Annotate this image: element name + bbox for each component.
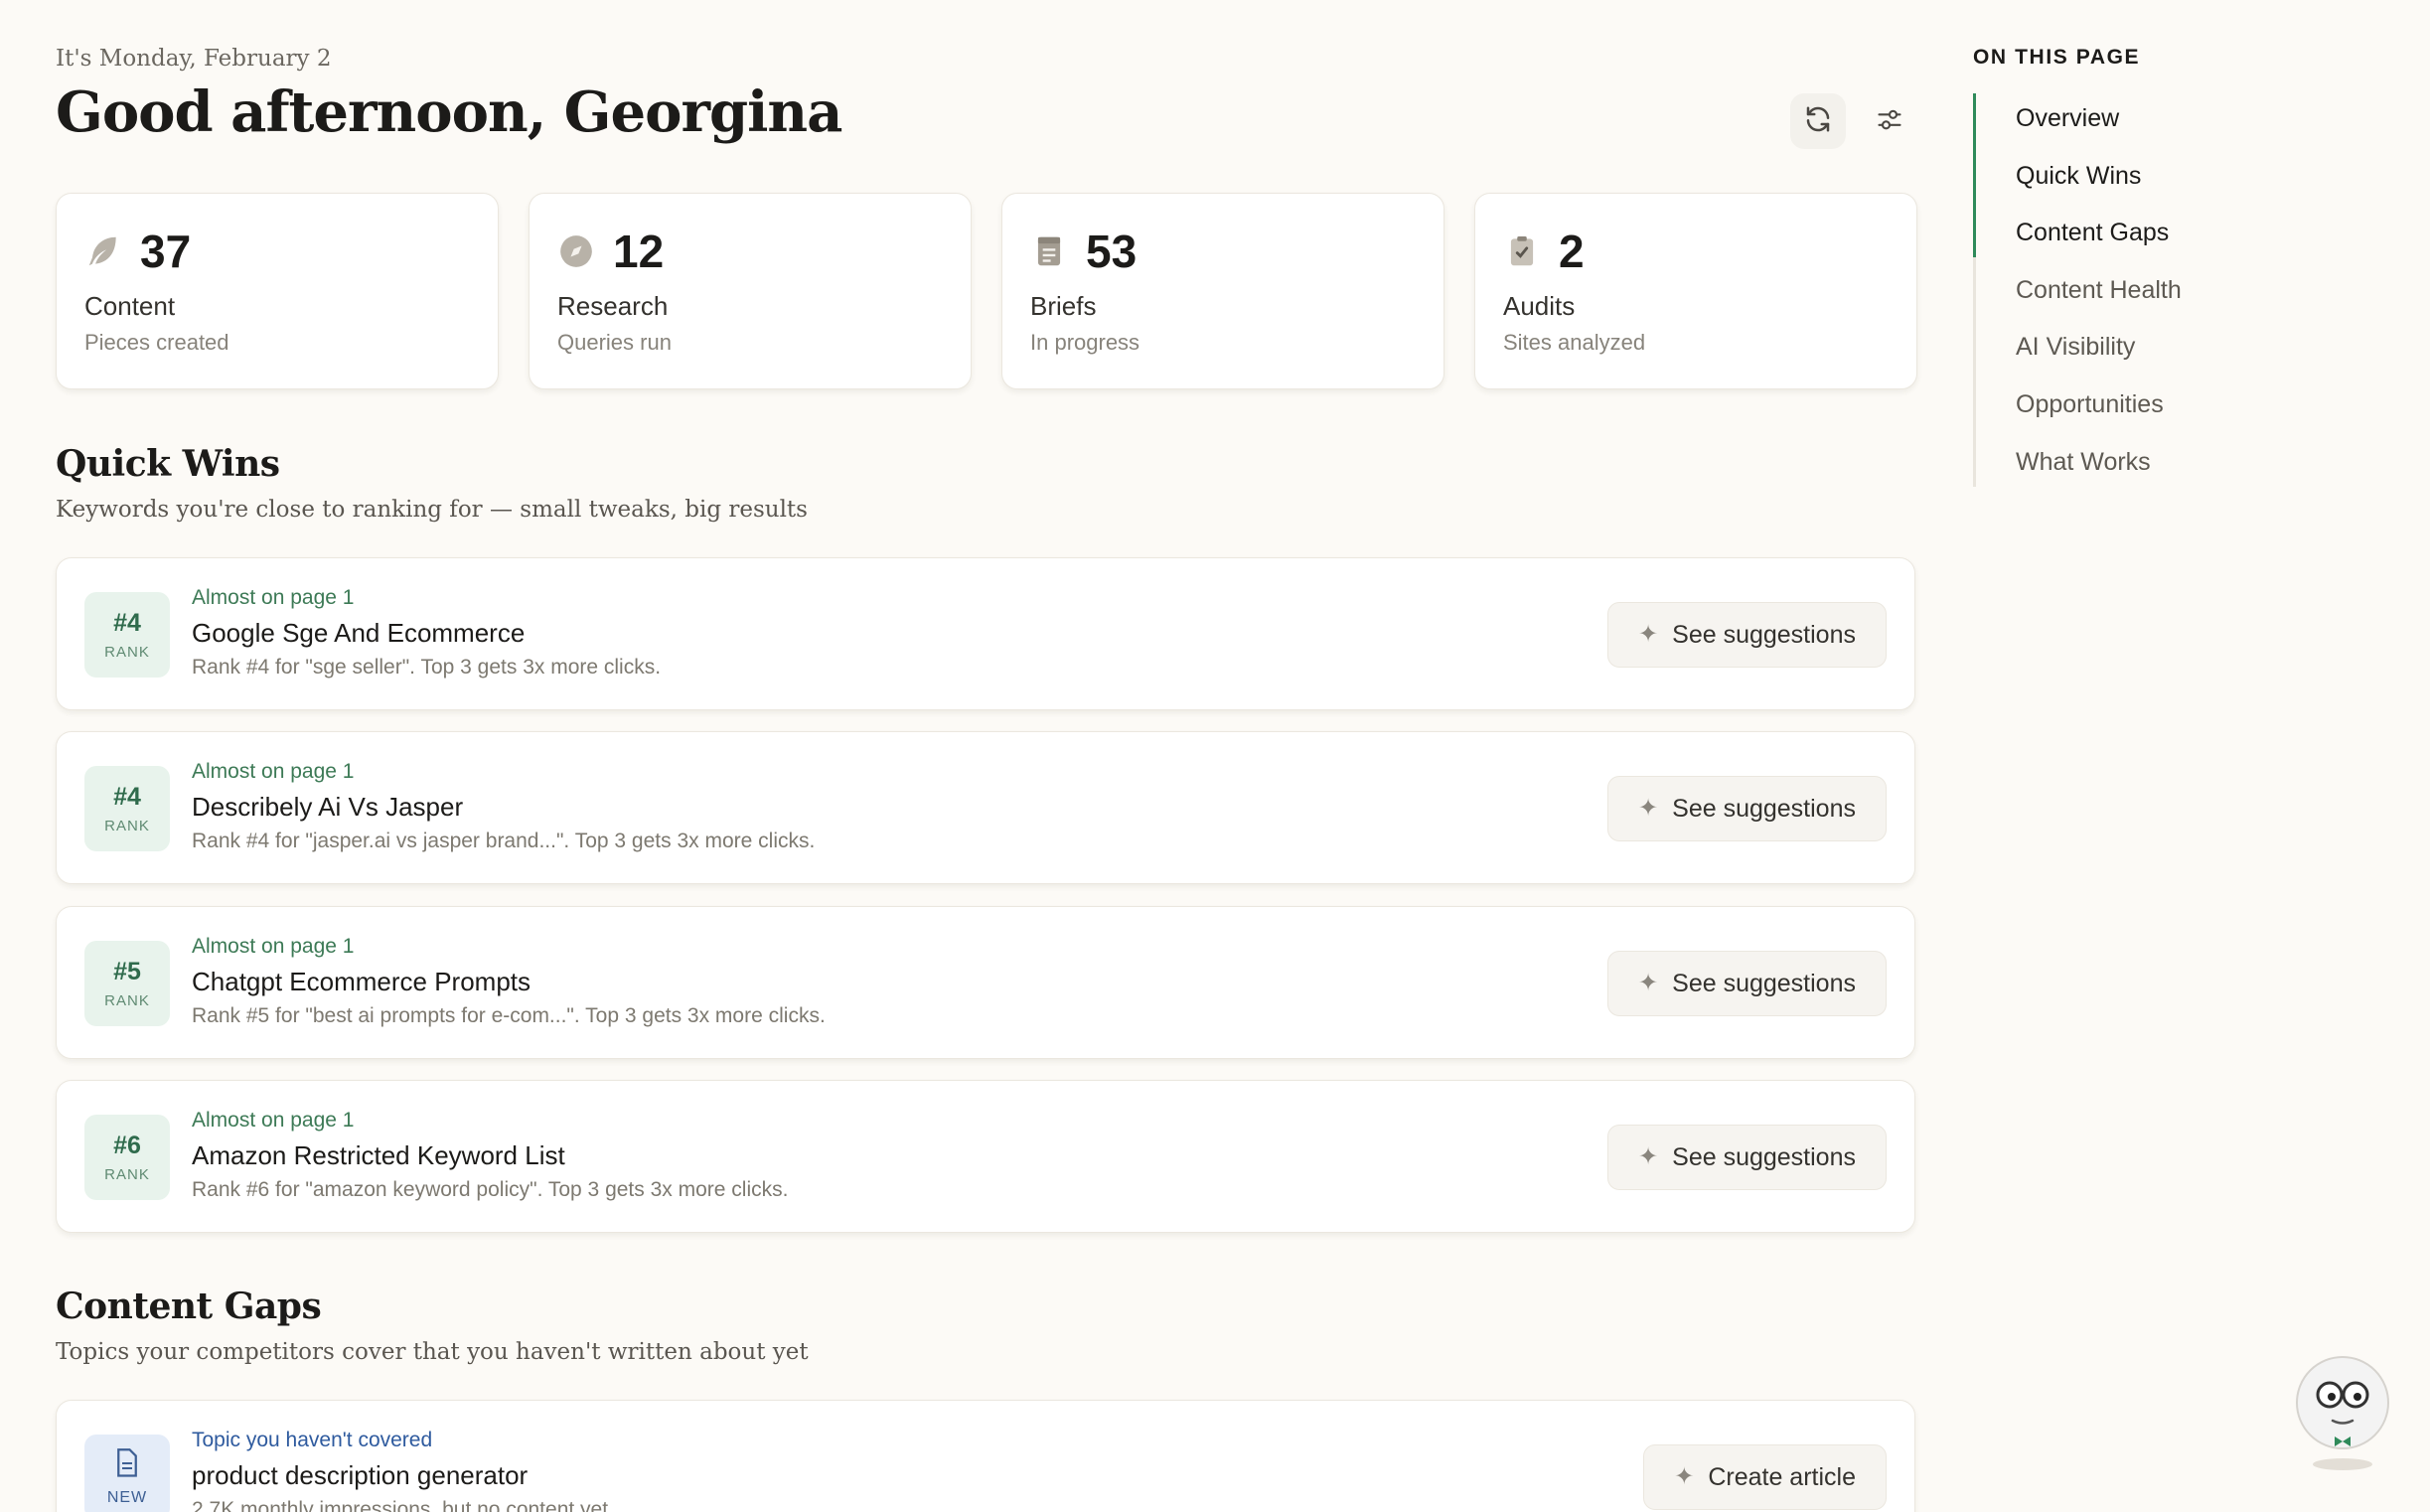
row-description: Rank #5 for "best ai prompts for e-com..…: [192, 1004, 826, 1027]
toc-item-content-gaps[interactable]: Content Gaps: [2016, 210, 2182, 267]
rank-label: RANK: [104, 1166, 150, 1183]
rank-label: RANK: [104, 818, 150, 834]
document-icon: [1030, 232, 1068, 270]
stat-label: Briefs: [1030, 291, 1097, 321]
rank-badge: #5 RANK: [84, 941, 170, 1026]
customize-button[interactable]: [1862, 93, 1917, 149]
see-suggestions-button[interactable]: ✦ See suggestions: [1607, 951, 1887, 1016]
sparkle-icon: ✦: [1638, 1143, 1659, 1170]
row-kicker: Almost on page 1: [192, 586, 355, 609]
row-kicker: Topic you haven't covered: [192, 1429, 433, 1451]
new-label: NEW: [106, 1488, 148, 1506]
mascot-icon: [2296, 1356, 2389, 1470]
date-line: It's Monday, February 2: [56, 46, 332, 72]
rank-number: #4: [113, 783, 141, 811]
row-title: Chatgpt Ecommerce Prompts: [192, 967, 532, 996]
content-gap-card: NEW Topic you haven't covered product de…: [56, 1400, 1915, 1512]
quick-wins-title: Quick Wins: [56, 443, 280, 485]
rank-number: #6: [113, 1132, 141, 1159]
toc-item-what-works[interactable]: What Works: [2016, 439, 2182, 497]
see-suggestions-button[interactable]: ✦ See suggestions: [1607, 602, 1887, 668]
rank-number: #5: [113, 958, 141, 985]
rank-number: #4: [113, 609, 141, 637]
stat-sub: Pieces created: [84, 330, 229, 355]
document-icon: [114, 1447, 140, 1483]
button-label: See suggestions: [1672, 620, 1856, 649]
page-title: Good afternoon, Georgina: [56, 79, 842, 145]
row-kicker: Almost on page 1: [192, 935, 355, 958]
stat-label: Audits: [1503, 291, 1576, 321]
toc-item-quick-wins[interactable]: Quick Wins: [2016, 153, 2182, 211]
stat-label: Research: [557, 291, 669, 321]
stat-card-briefs[interactable]: 53 Briefs In progress: [1001, 193, 1444, 389]
quick-win-card: #4 RANK Almost on page 1 Describely Ai V…: [56, 731, 1915, 884]
button-label: See suggestions: [1672, 969, 1856, 997]
rank-badge: #4 RANK: [84, 766, 170, 851]
stat-value: 2: [1559, 226, 1585, 277]
toc-item-opportunities[interactable]: Opportunities: [2016, 381, 2182, 439]
see-suggestions-button[interactable]: ✦ See suggestions: [1607, 1125, 1887, 1190]
stat-sub: In progress: [1030, 330, 1140, 355]
feather-icon: [84, 232, 122, 270]
stat-value: 53: [1086, 226, 1138, 277]
compass-icon: [557, 232, 595, 270]
stat-label: Content: [84, 291, 176, 321]
sparkle-icon: ✦: [1638, 621, 1659, 648]
quick-wins-description: Keywords you're close to ranking for — s…: [56, 497, 808, 523]
sparkle-icon: ✦: [1674, 1463, 1695, 1490]
row-kicker: Almost on page 1: [192, 1109, 355, 1132]
row-kicker: Almost on page 1: [192, 760, 355, 783]
sliders-icon: [1876, 105, 1903, 138]
row-title: Google Sge And Ecommerce: [192, 618, 526, 648]
quick-win-card: #5 RANK Almost on page 1 Chatgpt Ecommer…: [56, 906, 1915, 1059]
rank-badge: #6 RANK: [84, 1115, 170, 1200]
rank-badge: #4 RANK: [84, 592, 170, 678]
refresh-button[interactable]: [1790, 93, 1846, 149]
button-label: See suggestions: [1672, 794, 1856, 823]
row-description: Rank #4 for "jasper.ai vs jasper brand..…: [192, 830, 816, 852]
row-title: Describely Ai Vs Jasper: [192, 792, 464, 822]
toc-item-content-health[interactable]: Content Health: [2016, 267, 2182, 325]
new-badge: NEW: [84, 1435, 170, 1512]
stat-card-audits[interactable]: 2 Audits Sites analyzed: [1474, 193, 1917, 389]
clipboard-check-icon: [1503, 232, 1541, 270]
stat-sub: Queries run: [557, 330, 672, 355]
row-title: product description generator: [192, 1460, 529, 1490]
create-article-button[interactable]: ✦ Create article: [1643, 1444, 1887, 1510]
row-description: Rank #4 for "sge seller". Top 3 gets 3x …: [192, 656, 662, 679]
sparkle-icon: ✦: [1638, 970, 1659, 996]
sparkle-icon: ✦: [1638, 795, 1659, 822]
quick-win-card: #4 RANK Almost on page 1 Google Sge And …: [56, 557, 1915, 710]
quick-win-card: #6 RANK Almost on page 1 Amazon Restrict…: [56, 1080, 1915, 1233]
toc-list: Overview Quick Wins Content Gaps Content…: [2016, 95, 2182, 496]
toc-heading: ON THIS PAGE: [1973, 46, 2141, 69]
button-label: Create article: [1708, 1462, 1856, 1491]
row-description: 2.7K monthly impressions, but no content…: [192, 1498, 609, 1512]
content-gaps-description: Topics your competitors cover that you h…: [56, 1339, 809, 1365]
toc-item-ai-visibility[interactable]: AI Visibility: [2016, 324, 2182, 381]
stat-card-research[interactable]: 12 Research Queries run: [529, 193, 972, 389]
toc-active-indicator: [1973, 93, 1976, 257]
rank-label: RANK: [104, 644, 150, 661]
see-suggestions-button[interactable]: ✦ See suggestions: [1607, 776, 1887, 841]
button-label: See suggestions: [1672, 1142, 1856, 1171]
assistant-mascot-button[interactable]: [2295, 1353, 2390, 1474]
refresh-icon: [1803, 104, 1833, 139]
row-title: Amazon Restricted Keyword List: [192, 1140, 565, 1170]
stat-value: 12: [613, 226, 665, 277]
stats-row: 37 Content Pieces created 12 Research Qu…: [56, 193, 1917, 389]
rank-label: RANK: [104, 992, 150, 1009]
stat-card-content[interactable]: 37 Content Pieces created: [56, 193, 499, 389]
row-description: Rank #6 for "amazon keyword policy". Top…: [192, 1178, 789, 1201]
toc-item-overview[interactable]: Overview: [2016, 95, 2182, 153]
stat-sub: Sites analyzed: [1503, 330, 1646, 355]
stat-value: 37: [140, 226, 192, 277]
content-gaps-title: Content Gaps: [56, 1285, 322, 1327]
